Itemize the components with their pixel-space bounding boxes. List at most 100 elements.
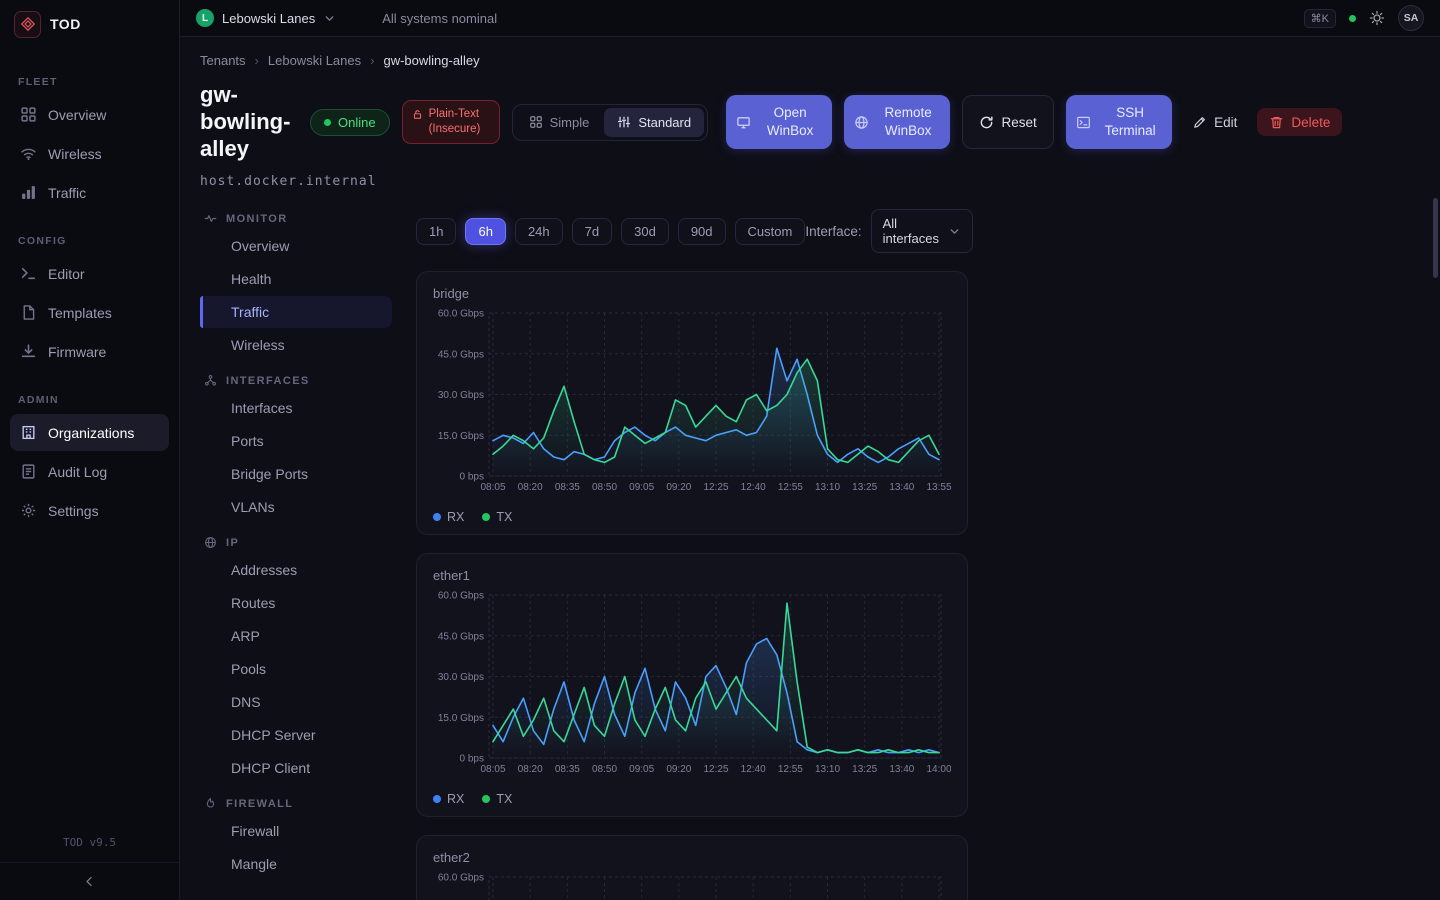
svg-text:12:25: 12:25	[703, 482, 728, 493]
subnav-item-health[interactable]: Health	[200, 263, 392, 295]
range-7d-button[interactable]: 7d	[572, 218, 612, 245]
wifi-icon	[20, 145, 37, 162]
nodes-icon	[204, 374, 217, 387]
svg-text:60.0 Gbps: 60.0 Gbps	[438, 591, 484, 602]
chart-title: bridge	[433, 286, 951, 301]
svg-text:09:20: 09:20	[666, 482, 691, 493]
sidebar-section-config: CONFIG	[18, 235, 161, 247]
chevron-left-icon	[83, 875, 96, 888]
svg-text:13:25: 13:25	[852, 764, 877, 775]
subnav-item-wireless[interactable]: Wireless	[200, 329, 392, 361]
trash-icon	[1269, 115, 1284, 130]
remote-winbox-button[interactable]: Remote WinBox	[844, 95, 950, 149]
sidebar-item-settings[interactable]: Settings	[10, 492, 169, 529]
subnav-item-interfaces[interactable]: Interfaces	[200, 392, 392, 424]
range-6h-button[interactable]: 6h	[465, 218, 505, 245]
view-mode-simple[interactable]: Simple	[516, 108, 603, 137]
subnav-item-overview[interactable]: Overview	[200, 230, 392, 262]
content: Tenants › Lebowski Lanes › gw-bowling-al…	[180, 37, 1440, 900]
subnav-item-dhcp-client[interactable]: DHCP Client	[200, 752, 392, 784]
svg-text:12:55: 12:55	[778, 482, 803, 493]
edit-button[interactable]: Edit	[1184, 110, 1245, 135]
building-icon	[20, 424, 37, 441]
subnav-item-ports[interactable]: Ports	[200, 425, 392, 457]
delete-button[interactable]: Delete	[1257, 108, 1342, 136]
main-column: L Lebowski Lanes All systems nominal ⌘K …	[180, 0, 1440, 900]
range-custom-button[interactable]: Custom	[735, 218, 806, 245]
open-winbox-button[interactable]: Open WinBox	[726, 95, 832, 149]
subnav-item-dhcp-server[interactable]: DHCP Server	[200, 719, 392, 751]
subnav-item-mangle[interactable]: Mangle	[200, 848, 392, 880]
subnav-item-traffic[interactable]: Traffic	[200, 296, 392, 328]
scrollbar-thumb[interactable]	[1433, 198, 1438, 278]
range-1h-button[interactable]: 1h	[416, 218, 456, 245]
svg-text:45.0 Gbps: 45.0 Gbps	[438, 632, 484, 643]
view-mode-standard[interactable]: Standard	[604, 108, 704, 137]
reset-button[interactable]: Reset	[962, 95, 1054, 149]
sidebar-item-firmware[interactable]: Firmware	[10, 333, 169, 370]
subnav-item-arp[interactable]: ARP	[200, 620, 392, 652]
winbox-icon	[736, 115, 751, 130]
edit-icon	[1192, 115, 1207, 130]
online-dot-icon	[324, 119, 331, 126]
sidebar-item-wireless[interactable]: Wireless	[10, 135, 169, 172]
gear-icon	[20, 502, 37, 519]
subnav-item-vlans[interactable]: VLANs	[200, 491, 392, 523]
command-palette-shortcut[interactable]: ⌘K	[1304, 9, 1336, 28]
sidebar-item-traffic[interactable]: Traffic	[10, 174, 169, 211]
sidebar-item-editor[interactable]: Editor	[10, 255, 169, 292]
svg-text:60.0 Gbps: 60.0 Gbps	[438, 873, 484, 884]
sidebar-item-audit-log[interactable]: Audit Log	[10, 453, 169, 490]
sidebar-item-organizations[interactable]: Organizations	[10, 414, 169, 451]
subnav-item-bridge-ports[interactable]: Bridge Ports	[200, 458, 392, 490]
subnav-item-pools[interactable]: Pools	[200, 653, 392, 685]
app-name: TOD	[50, 16, 81, 32]
ssh-icon	[1076, 115, 1091, 130]
chevron-down-icon	[323, 12, 336, 25]
grid-icon	[20, 106, 37, 123]
range-24h-button[interactable]: 24h	[515, 218, 563, 245]
terminal-icon	[20, 265, 37, 282]
svg-text:0 bps: 0 bps	[460, 754, 484, 765]
sidebar-item-templates[interactable]: Templates	[10, 294, 169, 331]
theme-toggle-sun-icon[interactable]	[1369, 10, 1385, 26]
sidebar-item-overview[interactable]: Overview	[10, 96, 169, 133]
breadcrumb-tenant[interactable]: Lebowski Lanes	[268, 53, 361, 68]
svg-text:12:55: 12:55	[778, 764, 803, 775]
subnav-item-routes[interactable]: Routes	[200, 587, 392, 619]
tx-dot-icon	[482, 795, 490, 803]
interface-filter: Interface: All interfaces	[805, 209, 973, 253]
user-avatar[interactable]: SA	[1398, 5, 1424, 31]
interface-select[interactable]: All interfaces	[871, 209, 973, 253]
health-dot	[1349, 15, 1356, 22]
svg-text:30.0 Gbps: 30.0 Gbps	[438, 390, 484, 401]
subnav-item-dns[interactable]: DNS	[200, 686, 392, 718]
action-buttons: Open WinBoxRemote WinBoxResetSSH Termina…	[726, 95, 1342, 149]
range-90d-button[interactable]: 90d	[678, 218, 726, 245]
globe-icon	[204, 536, 217, 549]
grid-icon	[529, 115, 543, 129]
svg-text:08:05: 08:05	[480, 482, 505, 493]
svg-text:12:40: 12:40	[741, 764, 766, 775]
svg-text:09:05: 09:05	[629, 482, 654, 493]
breadcrumb-tenants[interactable]: Tenants	[200, 53, 246, 68]
svg-text:60.0 Gbps: 60.0 Gbps	[438, 309, 484, 320]
svg-text:08:35: 08:35	[555, 482, 580, 493]
chart-title: ether1	[433, 568, 951, 583]
sidebar-section-fleet: FLEET	[18, 76, 161, 88]
traffic-chart: 60.0 Gbps45.0 Gbps30.0 Gbps15.0 Gbps0 bp…	[433, 306, 951, 503]
chart-legend: RX TX	[433, 792, 951, 806]
sidebar-collapse-button[interactable]	[0, 862, 179, 900]
reset-icon	[979, 115, 994, 130]
tenant-switcher[interactable]: L Lebowski Lanes	[196, 9, 336, 27]
topbar-right: ⌘K SA	[1304, 5, 1424, 31]
svg-text:13:55: 13:55	[926, 482, 951, 493]
range-30d-button[interactable]: 30d	[621, 218, 669, 245]
bars-icon	[20, 184, 37, 201]
ssh-terminal-button[interactable]: SSH Terminal	[1066, 95, 1172, 149]
unlock-icon	[412, 109, 423, 120]
subnav-item-firewall[interactable]: Firewall	[200, 815, 392, 847]
svg-text:15.0 Gbps: 15.0 Gbps	[438, 713, 484, 724]
subnav-item-addresses[interactable]: Addresses	[200, 554, 392, 586]
system-status: All systems nominal	[382, 11, 497, 26]
